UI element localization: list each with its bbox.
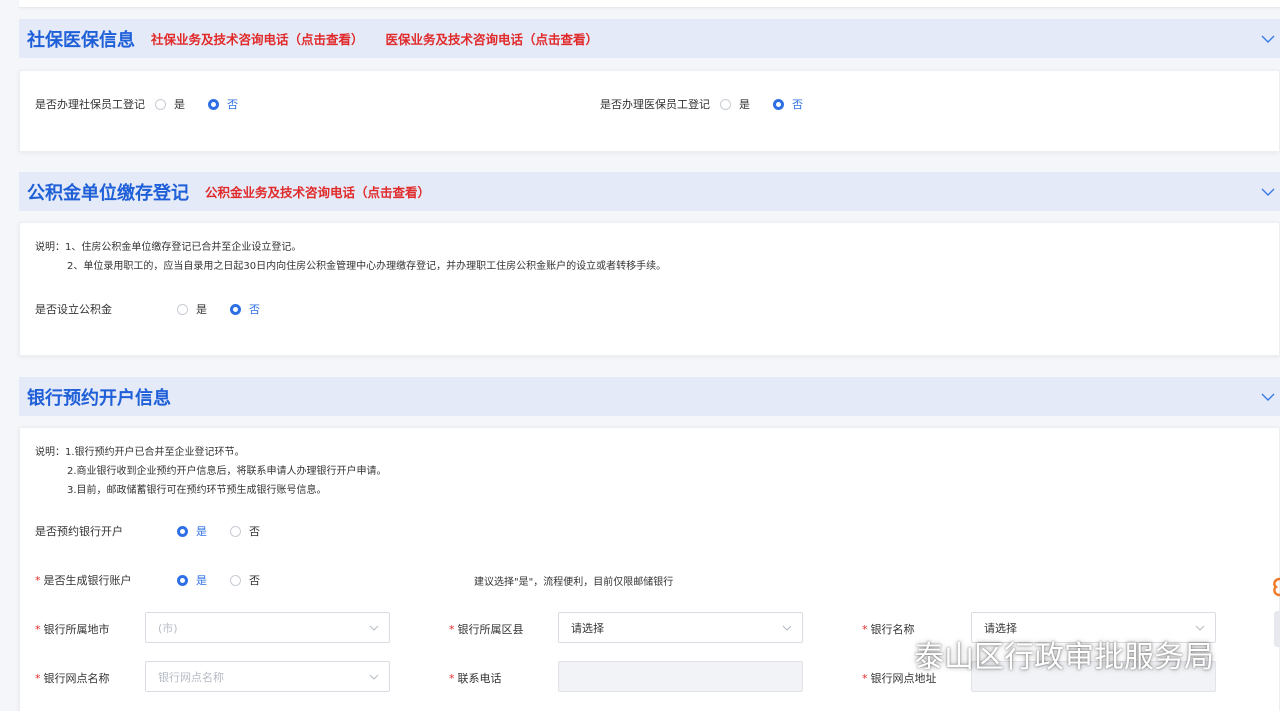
section-header-social-medical[interactable]: 社保医保信息 社保业务及技术咨询电话（点击查看） 医保业务及技术咨询电话（点击查…	[19, 19, 1280, 58]
radio-circle-icon	[155, 98, 166, 110]
bank-reserve-label: 是否预约银行开户	[35, 525, 123, 538]
label-text: 银行网点名称	[43, 672, 110, 685]
required-mark: *	[35, 574, 41, 587]
section-header-bank[interactable]: 银行预约开户信息	[19, 377, 1280, 416]
section-header-housing-fund[interactable]: 公积金单位缴存登记 公积金业务及技术咨询电话（点击查看）	[19, 172, 1280, 211]
required-mark: *	[449, 623, 455, 636]
radio-checked-icon	[177, 574, 188, 586]
bank-reserve-no-radio[interactable]: 否	[230, 523, 260, 539]
section-title: 银行预约开户信息	[27, 387, 171, 409]
chevron-down-icon[interactable]	[1260, 184, 1276, 200]
bank-note-line-1: 说明：1.银行预约开户已合并至企业登记环节。	[35, 447, 245, 458]
watermark: 泰山区行政审批服务局	[848, 632, 1214, 676]
bank-reserve-yes-radio[interactable]: 是	[177, 523, 207, 539]
bank-branch-select[interactable]: 银行网点名称	[145, 661, 390, 692]
required-mark: *	[449, 672, 455, 685]
chevron-down-icon	[369, 674, 379, 680]
chevron-down-icon	[782, 625, 792, 631]
fund-hotline-link[interactable]: 公积金业务及技术咨询电话（点击查看）	[205, 182, 430, 201]
section-title: 社保医保信息	[27, 29, 135, 51]
radio-checked-icon	[773, 98, 784, 110]
medical-register-label: 是否办理医保员工登记	[600, 98, 710, 111]
radio-circle-icon	[230, 525, 241, 537]
radio-circle-icon	[177, 303, 188, 315]
radio-checked-icon	[208, 98, 219, 110]
required-mark: *	[35, 672, 41, 685]
bank-note-line-3: 3.目前，邮政储蓄银行可在预约环节预生成银行账号信息。	[67, 485, 327, 496]
radio-label: 否	[249, 303, 260, 316]
radio-checked-icon	[230, 303, 241, 315]
radio-label: 否	[792, 98, 803, 111]
radio-label: 否	[249, 525, 260, 538]
chevron-down-icon	[369, 625, 379, 631]
label-text: 是否生成银行账户	[43, 574, 132, 587]
radio-label: 否	[249, 574, 260, 587]
select-value: 银行网点名称	[158, 670, 224, 684]
medical-register-no-radio[interactable]: 否	[773, 96, 803, 112]
radio-circle-icon	[230, 574, 241, 586]
floating-side-tab[interactable]	[1274, 611, 1280, 647]
bank-generate-yes-radio[interactable]: 是	[177, 572, 207, 588]
bank-branch-label: * 银行网点名称	[35, 670, 110, 686]
watermark-text: 泰山区行政审批服务局	[914, 640, 1214, 675]
required-mark: *	[35, 623, 41, 636]
radio-circle-icon	[720, 98, 731, 110]
social-register-no-radio[interactable]: 否	[208, 96, 238, 112]
bank-district-select[interactable]: 请选择	[558, 612, 803, 643]
radio-checked-icon	[177, 525, 188, 537]
chevron-down-icon[interactable]	[1260, 31, 1276, 47]
label-text: 银行所属地市	[43, 623, 110, 636]
bank-phone-label: * 联系电话	[449, 670, 502, 686]
medical-register-yes-radio[interactable]: 是	[720, 96, 750, 112]
radio-label: 是	[196, 525, 207, 538]
previous-section-card	[19, 0, 1280, 8]
floating-tool-icon[interactable]	[1272, 577, 1280, 597]
label-text: 联系电话	[457, 672, 502, 685]
fund-setup-yes-radio[interactable]: 是	[177, 301, 207, 317]
radio-label: 是	[739, 98, 750, 111]
bank-generate-no-radio[interactable]: 否	[230, 572, 260, 588]
select-value: 请选择	[571, 621, 604, 635]
fund-setup-no-radio[interactable]: 否	[230, 301, 260, 317]
social-register-yes-radio[interactable]: 是	[155, 96, 185, 112]
page: 社保医保信息 社保业务及技术咨询电话（点击查看） 医保业务及技术咨询电话（点击查…	[0, 0, 1280, 711]
radio-label: 是	[174, 98, 185, 111]
bank-generate-label: * 是否生成银行账户	[35, 572, 132, 588]
bank-city-select[interactable]: (市)	[145, 612, 390, 643]
section-body-social-medical: 是否办理社保员工登记 是 否 是否办理医保员工登记 是 否	[19, 70, 1280, 152]
fund-setup-label: 是否设立公积金	[35, 303, 112, 316]
social-hotline-link[interactable]: 社保业务及技术咨询电话（点击查看）	[151, 29, 364, 48]
medical-hotline-link[interactable]: 医保业务及技术咨询电话（点击查看）	[386, 29, 599, 48]
radio-label: 是	[196, 303, 207, 316]
label-text: 银行所属区县	[457, 623, 524, 636]
chevron-down-icon[interactable]	[1260, 389, 1276, 405]
bank-note-line-2: 2.商业银行收到企业预约开户信息后，将联系申请人办理银行开户申请。	[67, 466, 387, 477]
section-body-housing-fund: 说明：1、住房公积金单位缴存登记已合并至企业设立登记。 2、单位录用职工的，应当…	[19, 222, 1280, 356]
fund-note-line-2: 2、单位录用职工的，应当自录用之日起30日内向住房公积金管理中心办理缴存登记，并…	[67, 261, 667, 272]
select-value: (市)	[158, 621, 178, 635]
bank-district-label: * 银行所属区县	[449, 621, 524, 637]
social-register-label: 是否办理社保员工登记	[35, 98, 145, 111]
bank-phone-input	[558, 661, 803, 692]
wechat-icon	[850, 636, 905, 672]
section-title: 公积金单位缴存登记	[27, 182, 189, 204]
fund-note-line-1: 说明：1、住房公积金单位缴存登记已合并至企业设立登记。	[35, 242, 302, 253]
bank-city-label: * 银行所属地市	[35, 621, 110, 637]
bank-generate-hint: 建议选择"是"，流程便利，目前仅限邮储银行	[474, 577, 674, 588]
radio-label: 否	[227, 98, 238, 111]
radio-label: 是	[196, 574, 207, 587]
